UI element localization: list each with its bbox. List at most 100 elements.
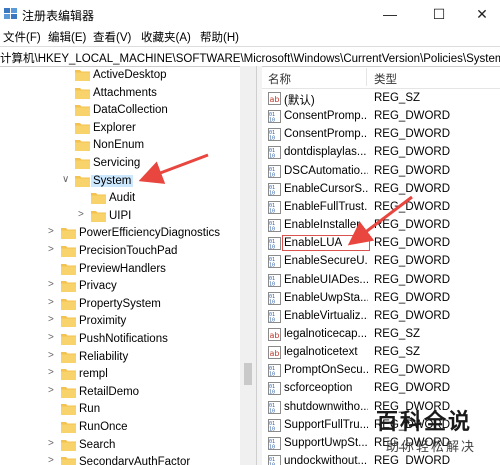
- folder-icon: [61, 333, 76, 345]
- folder-icon: [75, 157, 90, 169]
- value-name: EnableCursorS...: [284, 182, 368, 195]
- tree-item-label: DataCollection: [93, 104, 168, 117]
- chevron-right-icon[interactable]: >: [48, 244, 58, 255]
- menu-favorites[interactable]: 收藏夹(A): [141, 29, 191, 45]
- key-tree-pane: ActiveDesktop Attachments DataCollection Ex…: [0, 66, 257, 465]
- value-row[interactable]: 01 10 EnableVirtualiz... REG_DWORD: [262, 308, 500, 326]
- chevron-right-icon[interactable]: >: [48, 438, 58, 449]
- chevron-right-icon[interactable]: >: [48, 350, 58, 361]
- value-row[interactable]: 01 10 EnableUIADes... REG_DWORD: [262, 272, 500, 290]
- value-type: REG_DWORD: [374, 164, 451, 177]
- chevron-right-icon[interactable]: >: [48, 332, 58, 343]
- value-name: EnableSecureU...: [284, 255, 368, 268]
- value-name: legalnoticetext: [284, 346, 358, 359]
- column-separator[interactable]: [366, 68, 367, 86]
- column-header-type[interactable]: 类型: [374, 71, 397, 87]
- value-row[interactable]: 01 10 DSCAutomatio... REG_DWORD: [262, 163, 500, 181]
- close-button[interactable]: ✕: [468, 4, 496, 24]
- watermark-title: 百科全说: [376, 410, 473, 435]
- string-value-icon: ab: [268, 92, 281, 105]
- chevron-right-icon[interactable]: >: [48, 385, 58, 396]
- chevron-right-icon[interactable]: >: [48, 279, 58, 290]
- value-row[interactable]: 01 10 EnableCursorS... REG_DWORD: [262, 181, 500, 199]
- value-name: EnableFullTrust...: [284, 200, 368, 213]
- menu-help[interactable]: 帮助(H): [200, 29, 239, 45]
- tree-scrollbar-thumb[interactable]: [244, 363, 252, 385]
- chevron-right-icon[interactable]: >: [48, 226, 58, 237]
- tree-scrollbar[interactable]: [240, 66, 256, 465]
- dword-value-icon: 0110: [268, 110, 281, 124]
- chevron-right-icon[interactable]: >: [78, 209, 88, 220]
- value-row[interactable]: ab legalnoticetext REG_SZ: [262, 344, 500, 362]
- value-row[interactable]: 01 10 EnableUwpSta... REG_DWORD: [262, 290, 500, 308]
- folder-icon: [61, 227, 76, 240]
- tree-item-label: Explorer: [93, 121, 136, 134]
- menu-edit[interactable]: 编辑(E): [48, 29, 86, 45]
- tree-item-label: NonEnum: [93, 139, 145, 152]
- folder-icon: [75, 87, 90, 99]
- value-row[interactable]: 01 10 dontdisplaylas... REG_DWORD: [262, 144, 500, 162]
- svg-text:10: 10: [269, 208, 275, 214]
- value-name: SupportFullTru...: [284, 418, 368, 431]
- folder-icon: [61, 315, 76, 328]
- tree-item-label: Attachments: [93, 86, 157, 99]
- value-row[interactable]: 01 10 ConsentPromp... REG_DWORD: [262, 108, 500, 126]
- svg-text:10: 10: [269, 263, 275, 269]
- value-type: REG_DWORD: [374, 219, 451, 232]
- chevron-right-icon[interactable]: >: [48, 314, 58, 325]
- value-row[interactable]: 01 10 EnableInstaller REG_DWORD: [262, 217, 500, 235]
- tree-item-label: Privacy: [79, 280, 117, 293]
- value-row[interactable]: 01 10 EnableSecureU... REG_DWORD: [262, 253, 500, 271]
- svg-text:10: 10: [269, 408, 275, 414]
- value-row[interactable]: 01 10 PromptOnSecu... REG_DWORD: [262, 362, 500, 380]
- menu-file[interactable]: 文件(F): [3, 29, 41, 45]
- dword-value-icon: 0110: [268, 382, 281, 396]
- svg-text:10: 10: [269, 426, 275, 432]
- chevron-down-icon[interactable]: ∨: [62, 174, 72, 185]
- value-name: scforceoption: [284, 382, 353, 395]
- value-type: REG_DWORD: [374, 182, 451, 195]
- tree-item-label: System: [91, 174, 134, 187]
- value-row[interactable]: ab (默认) REG_SZ: [262, 90, 500, 108]
- tree-item-label: RunOnce: [79, 421, 128, 433]
- menu-view[interactable]: 查看(V): [93, 29, 131, 45]
- value-name: SupportUwpSt...: [284, 436, 368, 449]
- value-row[interactable]: 01 10 ConsentPromp... REG_DWORD: [262, 126, 500, 144]
- value-row[interactable]: ab legalnoticecap... REG_SZ: [262, 326, 500, 344]
- value-name: EnableVirtualiz...: [284, 309, 368, 322]
- dword-value-icon: 0110: [268, 455, 281, 465]
- address-path[interactable]: 计算机\HKEY_LOCAL_MACHINE\SOFTWARE\Microsof…: [0, 50, 500, 66]
- title-bar: 注册表编辑器 — ☐ ✕: [0, 0, 500, 28]
- folder-icon: [75, 104, 90, 117]
- tree-item-label: ActiveDesktop: [93, 69, 167, 81]
- value-row[interactable]: 01 10 EnableLUA REG_DWORD: [262, 235, 500, 253]
- window-title: 注册表编辑器: [22, 9, 95, 23]
- folder-icon: [61, 439, 76, 451]
- chevron-right-icon[interactable]: >: [48, 367, 58, 378]
- value-type: REG_SZ: [374, 346, 421, 359]
- folder-icon: [61, 298, 76, 310]
- maximize-button[interactable]: ☐: [425, 4, 453, 24]
- address-bar[interactable]: 计算机\HKEY_LOCAL_MACHINE\SOFTWARE\Microsof…: [0, 46, 500, 67]
- value-type: REG_DWORD: [374, 128, 451, 141]
- dword-value-icon: 0110: [268, 182, 281, 196]
- svg-text:10: 10: [269, 281, 275, 287]
- chevron-right-icon[interactable]: >: [48, 455, 58, 465]
- value-row[interactable]: 01 10 EnableFullTrust... REG_DWORD: [262, 199, 500, 217]
- minimize-button[interactable]: —: [376, 4, 404, 24]
- value-name: ConsentPromp...: [284, 128, 368, 141]
- value-row[interactable]: 01 10 scforceoption REG_DWORD: [262, 380, 500, 398]
- value-type: REG_SZ: [374, 92, 421, 104]
- dword-value-icon: 0110: [268, 146, 281, 160]
- tree-item-label: PowerEfficiencyDiagnostics: [79, 227, 221, 240]
- dword-value-icon: 0110: [268, 219, 281, 233]
- dword-value-icon: 0110: [268, 273, 281, 287]
- string-value-icon: ab: [268, 346, 281, 360]
- value-type: REG_DWORD: [374, 291, 451, 304]
- dword-value-icon: 0110: [268, 436, 281, 450]
- tree-item-label: Audit: [109, 192, 136, 205]
- chevron-right-icon[interactable]: >: [48, 297, 58, 308]
- column-header-name[interactable]: 名称: [268, 71, 291, 87]
- folder-icon: [61, 245, 76, 257]
- string-value-icon: ab: [268, 327, 281, 341]
